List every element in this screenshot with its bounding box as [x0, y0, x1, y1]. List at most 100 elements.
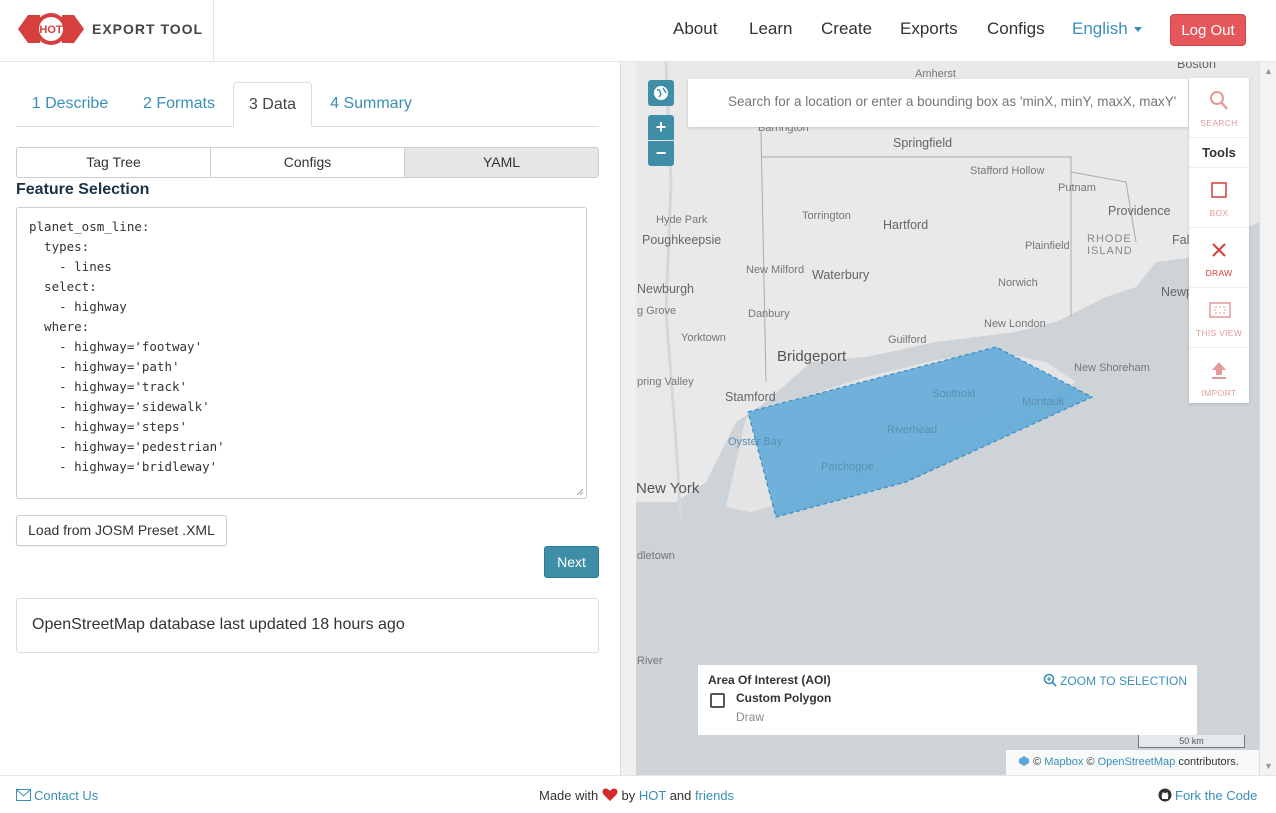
- place-label: Boston: [1177, 62, 1216, 71]
- configs-button[interactable]: Configs: [211, 148, 405, 177]
- map[interactable]: Boston Amherst Barrington Springfield St…: [621, 62, 1276, 775]
- draw-tool-label: DRAW: [1205, 268, 1233, 278]
- place-label: Patchogue: [821, 461, 874, 473]
- logout-button[interactable]: Log Out: [1170, 14, 1246, 46]
- close-x-icon: [1212, 243, 1226, 257]
- place-label: Putnam: [1058, 182, 1096, 194]
- yaml-editor[interactable]: planet_osm_line: types: - lines select: …: [16, 207, 587, 499]
- place-label: Stafford Hollow: [970, 165, 1045, 177]
- place-label: Southold: [932, 388, 976, 400]
- load-josm-preset-button[interactable]: Load from JOSM Preset .XML: [16, 515, 227, 546]
- zoom-to-selection-label: ZOOM TO SELECTION: [1060, 674, 1187, 688]
- tab-formats[interactable]: 2 Formats: [124, 82, 234, 127]
- nav-about[interactable]: About: [673, 19, 717, 39]
- place-label: Oyster Bay: [728, 436, 783, 448]
- box-icon: [1211, 182, 1227, 198]
- nav-configs[interactable]: Configs: [987, 19, 1045, 39]
- nav-learn[interactable]: Learn: [749, 19, 792, 39]
- data-mode-selector: Tag Tree Configs YAML: [16, 147, 599, 178]
- search-tool[interactable]: SEARCH: [1189, 78, 1249, 138]
- place-label: Poughkeepsie: [642, 233, 722, 247]
- place-label: Newburgh: [637, 282, 694, 296]
- yaml-content: planet_osm_line: types: - lines select: …: [29, 219, 225, 474]
- heart-icon: [602, 788, 618, 801]
- search-tool-label: SEARCH: [1200, 118, 1238, 128]
- place-label: Yorktown: [681, 332, 726, 344]
- github-icon: [1158, 788, 1172, 802]
- place-label: Hyde Park: [656, 214, 708, 226]
- mapbox-link[interactable]: Mapbox: [1044, 756, 1083, 768]
- nav-exports[interactable]: Exports: [900, 19, 958, 39]
- place-label: Montauk: [1022, 396, 1065, 408]
- place-label: Riverhead: [887, 424, 938, 436]
- box-tool-label: BOX: [1209, 208, 1229, 218]
- map-search-bar: [688, 79, 1188, 127]
- contact-us-link[interactable]: Contact Us: [16, 788, 98, 803]
- aoi-type: Draw: [736, 710, 765, 724]
- resize-handle-icon[interactable]: [576, 488, 584, 496]
- zoom-to-selection-button[interactable]: ZOOM TO SELECTION: [1043, 673, 1187, 688]
- yaml-button[interactable]: YAML: [405, 148, 598, 177]
- tab-describe[interactable]: 1 Describe: [16, 82, 124, 127]
- tag-tree-button[interactable]: Tag Tree: [17, 148, 211, 177]
- place-label: Guilford: [888, 334, 927, 346]
- map-left-scrollbar[interactable]: [621, 62, 636, 775]
- language-dropdown[interactable]: English: [1072, 19, 1142, 39]
- brand-title: EXPORT TOOL: [92, 21, 204, 37]
- contributors-text: contributors.: [1178, 756, 1239, 768]
- zoom-out-button[interactable]: −: [648, 141, 674, 166]
- place-label: pring Valley: [637, 376, 694, 388]
- place-label: RHODE ISLAND: [1087, 233, 1133, 257]
- place-label: New London: [984, 318, 1046, 330]
- language-label: English: [1072, 19, 1128, 38]
- fork-the-code-label: Fork the Code: [1175, 788, 1258, 803]
- map-attribution: © Mapbox © OpenStreetMap contributors.: [1006, 750, 1260, 775]
- zoom-in-magnifier-icon: [1043, 673, 1057, 687]
- next-button[interactable]: Next: [544, 546, 599, 578]
- made-with-label: Made with: [539, 788, 599, 803]
- tab-data[interactable]: 3 Data: [233, 82, 312, 127]
- map-right-scrollbar[interactable]: ▲ ▼: [1259, 62, 1276, 775]
- location-search-input[interactable]: [728, 94, 1188, 109]
- mapbox-logo-icon: [1019, 756, 1029, 766]
- friends-link[interactable]: friends: [695, 788, 734, 803]
- osm-link[interactable]: OpenStreetMap: [1098, 756, 1176, 768]
- scroll-down-icon[interactable]: ▼: [1264, 761, 1273, 771]
- tab-summary[interactable]: 4 Summary: [312, 82, 430, 127]
- envelope-icon: [16, 789, 31, 801]
- feature-selection-title: Feature Selection: [16, 181, 150, 198]
- by-label: by: [621, 788, 636, 803]
- step-tabs: 1 Describe 2 Formats 3 Data 4 Summary: [16, 82, 599, 127]
- box-tool[interactable]: BOX: [1189, 168, 1249, 228]
- made-with-text: Made with by HOT and friends: [539, 788, 734, 803]
- footer: Contact Us Made with by HOT and friends …: [0, 775, 1276, 813]
- globe-button[interactable]: [648, 80, 674, 106]
- import-tool-label: IMPORT: [1201, 388, 1237, 398]
- search-icon: [1210, 91, 1228, 110]
- this-view-tool-label: THIS VIEW: [1195, 328, 1243, 338]
- aoi-checkbox[interactable]: [710, 693, 725, 708]
- this-view-tool[interactable]: THIS VIEW: [1189, 288, 1249, 348]
- globe-icon: [654, 86, 668, 100]
- hot-link[interactable]: HOT: [639, 788, 666, 803]
- draw-tool[interactable]: DRAW: [1189, 228, 1249, 288]
- viewport-icon: [1209, 302, 1231, 318]
- place-label: Norwich: [998, 277, 1038, 289]
- contact-us-label: Contact Us: [34, 788, 99, 803]
- db-status-text: OpenStreetMap database last updated 18 h…: [32, 616, 405, 633]
- hot-logo-icon: HOT: [18, 13, 84, 45]
- zoom-in-button[interactable]: +: [648, 115, 674, 140]
- brand[interactable]: HOT EXPORT TOOL: [0, 0, 214, 62]
- upload-icon: [1212, 362, 1226, 379]
- import-tool[interactable]: IMPORT: [1189, 348, 1249, 408]
- place-label: g Grove: [637, 305, 677, 317]
- caret-down-icon: [1133, 27, 1142, 33]
- nav-create[interactable]: Create: [821, 19, 872, 39]
- place-label: River: [637, 655, 663, 667]
- scroll-up-icon[interactable]: ▲: [1264, 66, 1273, 76]
- place-label: Plainfield: [1025, 240, 1070, 252]
- place-label: New Shoreham: [1074, 362, 1150, 374]
- place-label: Springfield: [893, 136, 953, 150]
- fork-the-code-link[interactable]: Fork the Code: [1158, 788, 1257, 803]
- logo-text: HOT: [39, 24, 63, 36]
